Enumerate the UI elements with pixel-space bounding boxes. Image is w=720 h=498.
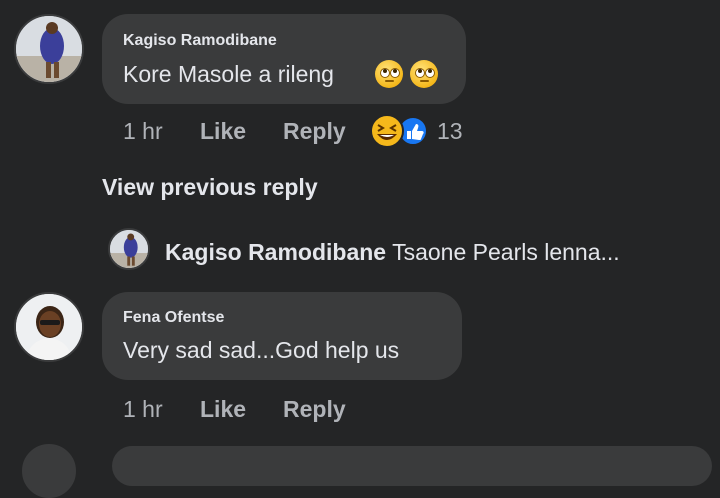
comment-text: Very sad sad...God help us bbox=[123, 337, 400, 363]
face-with-rolling-eyes-icon bbox=[410, 60, 438, 88]
avatar-photo bbox=[110, 230, 148, 268]
comment-author[interactable]: Fena Ofentse bbox=[123, 309, 224, 327]
reply-text: Tsaone Pearls lenna... bbox=[392, 239, 620, 265]
avatar-photo bbox=[16, 16, 82, 82]
reply-author[interactable]: Kagiso Ramodibane bbox=[165, 239, 386, 265]
like-button[interactable]: Like bbox=[200, 396, 246, 423]
reaction-icons bbox=[370, 114, 428, 148]
avatar[interactable] bbox=[14, 14, 84, 84]
view-previous-reply-link[interactable]: View previous reply bbox=[102, 174, 318, 201]
avatar[interactable] bbox=[22, 444, 76, 498]
comment-text: Kore Masole a rileng bbox=[123, 61, 334, 87]
reaction-count: 13 bbox=[437, 118, 463, 144]
comment-bubble[interactable] bbox=[102, 14, 466, 104]
comment-time: 1 hr bbox=[123, 118, 163, 144]
like-button[interactable]: Like bbox=[200, 118, 246, 145]
comment-author[interactable]: Kagiso Ramodibane bbox=[123, 32, 277, 50]
avatar-photo bbox=[16, 294, 82, 360]
reactions-summary[interactable]: 13 bbox=[369, 113, 469, 149]
face-with-rolling-eyes-icon bbox=[375, 60, 403, 88]
comment-time: 1 hr bbox=[123, 396, 163, 422]
reply-preview[interactable]: Kagiso Ramodibane Tsaone Pearls lenna... bbox=[165, 239, 620, 266]
comment-input-field[interactable] bbox=[112, 446, 712, 486]
comment-bubble[interactable] bbox=[102, 292, 462, 380]
reply-button[interactable]: Reply bbox=[283, 118, 346, 145]
laughing-reaction-icon bbox=[370, 114, 404, 148]
reply-avatar[interactable] bbox=[108, 228, 150, 270]
reply-button[interactable]: Reply bbox=[283, 396, 346, 423]
avatar[interactable] bbox=[14, 292, 84, 362]
